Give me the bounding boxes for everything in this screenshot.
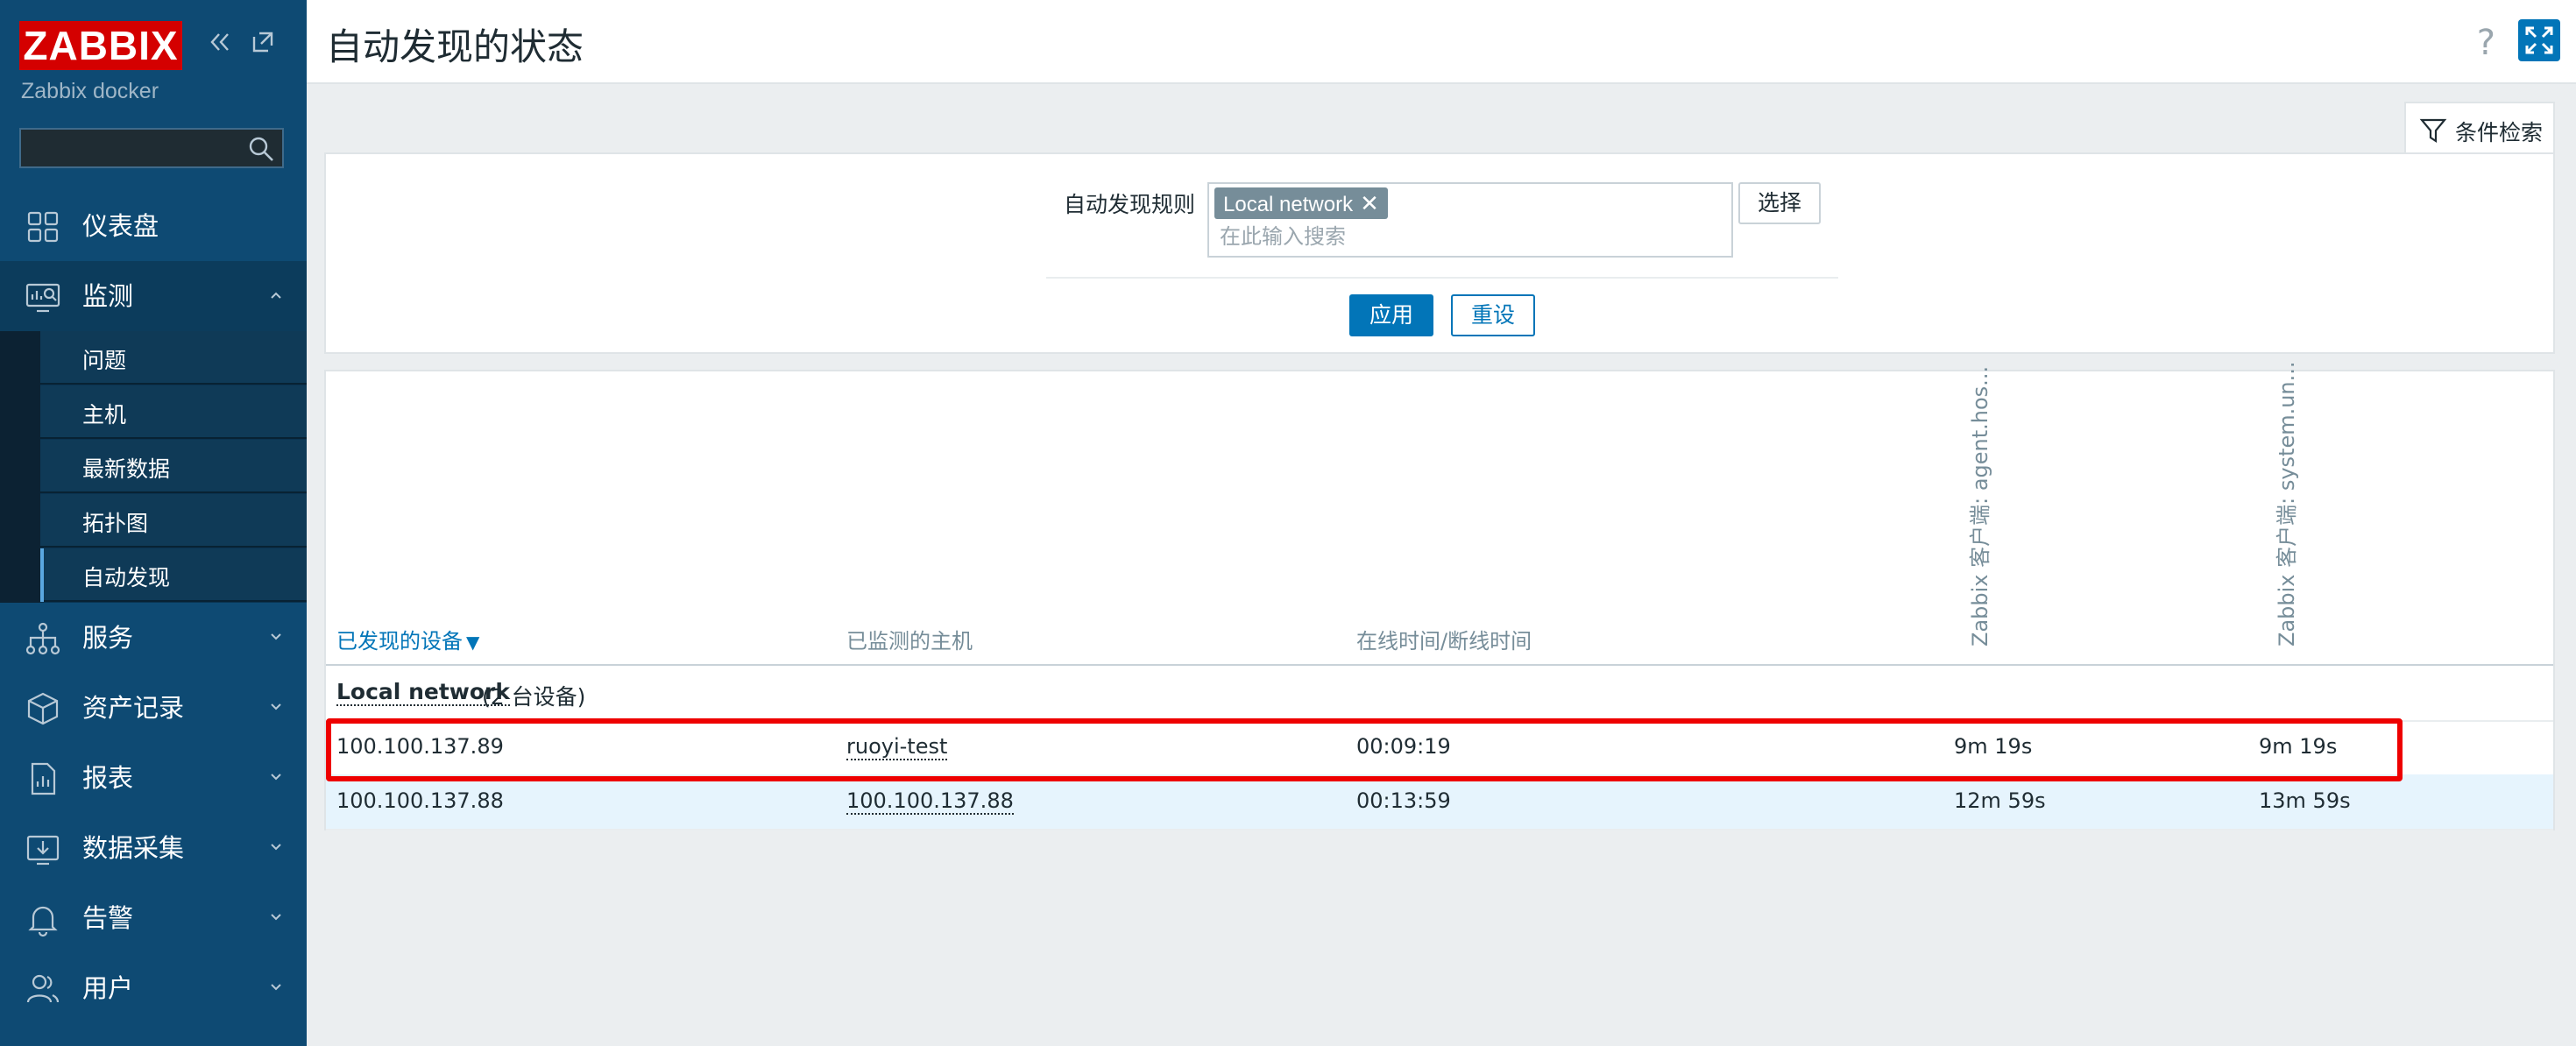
filter-tab-label: 条件检索 (2455, 120, 2544, 145)
dashboard-icon (25, 208, 61, 245)
column-header-uptime-downtime: 在线时间/断线时间 (1356, 629, 1532, 654)
submenu-item-label: 拓扑图 (82, 511, 149, 536)
remove-chip-icon[interactable]: ✕ (1360, 190, 1379, 216)
check-agent-hostname-value: 12m 59s (1954, 788, 2046, 813)
discovery-rule-multiselect[interactable]: Local network ✕ (1207, 182, 1733, 258)
check-system-uname-value: 13m 59s (2259, 788, 2351, 813)
collapse-sidebar-icon[interactable] (203, 26, 235, 58)
sidebar-item-monitoring[interactable]: 监测 (0, 261, 307, 331)
chevron-down-icon (268, 839, 284, 855)
sidebar-item-label: 告警 (82, 903, 134, 933)
monitored-host-link[interactable]: 100.100.137.88 (846, 788, 1014, 815)
services-icon (25, 620, 61, 657)
chevron-down-icon (268, 769, 284, 785)
sidebar-item-inventory[interactable]: 资产记录 (0, 673, 307, 743)
page-header: 自动发现的状态 ? (307, 0, 2576, 84)
inventory-icon (25, 690, 61, 727)
alerts-icon (25, 901, 61, 937)
sidebar-item-users[interactable]: 用户 (0, 953, 307, 1023)
sidebar-item-services[interactable]: 服务 (0, 603, 307, 673)
submenu-item-discovery[interactable]: 自动发现 (40, 548, 307, 602)
selected-rule-chip: Local network ✕ (1214, 187, 1388, 219)
reports-icon (25, 760, 61, 797)
submenu-item-latest-data[interactable]: 最新数据 (40, 440, 307, 493)
device-ip: 100.100.137.88 (336, 788, 504, 813)
sidebar-search (19, 128, 284, 168)
sort-desc-icon: ▼ (466, 632, 480, 653)
sidebar-item-data-collection[interactable]: 数据采集 (0, 813, 307, 883)
discovery-rule-search-input[interactable] (1214, 223, 1716, 252)
chevron-down-icon (268, 909, 284, 925)
monitoring-icon (25, 279, 61, 315)
sidebar-search-input[interactable] (21, 130, 261, 166)
submenu-item-label: 自动发现 (82, 565, 171, 590)
submenu-item-problems[interactable]: 问题 (40, 331, 307, 385)
help-icon[interactable]: ? (2477, 23, 2495, 63)
column-header-monitored-host: 已监测的主机 (846, 629, 973, 654)
zabbix-logo[interactable]: ZABBIX (19, 21, 182, 70)
submenu-item-maps[interactable]: 拓扑图 (40, 494, 307, 548)
submenu-item-label: 主机 (82, 402, 127, 428)
filter-panel: 自动发现规则 Local network ✕ 选择 应用 重设 (324, 152, 2555, 354)
sidebar-item-label: 监测 (82, 281, 134, 311)
sidebar-item-label: 服务 (82, 623, 134, 653)
column-header-check-system-uname: Zabbix 客户端: system.un... (2275, 361, 2299, 647)
submenu-item-label: 问题 (82, 348, 127, 373)
submenu-item-label: 最新数据 (82, 456, 171, 482)
column-header-check-agent-hostname: Zabbix 客户端: agent.hos... (1968, 365, 1992, 647)
monitoring-submenu: 问题 主机 最新数据 拓扑图 自动发现 (0, 331, 307, 603)
column-header-discovered-device[interactable]: 已发现的设备 ▼ (336, 624, 479, 654)
sidebar: ZABBIX Zabbix docker 仪表盘 监测 问题 主机 最新数据 拓… (0, 0, 307, 1046)
table-row: 100.100.137.88 100.100.137.88 00:13:59 1… (326, 774, 2553, 830)
highlight-annotation-box (326, 718, 2403, 781)
discovery-rule-label: 自动发现规则 (1064, 192, 1196, 217)
page-title: 自动发现的状态 (326, 25, 584, 68)
apply-button[interactable]: 应用 (1349, 294, 1433, 336)
kiosk-mode-icon[interactable] (247, 26, 279, 58)
sidebar-item-label: 报表 (82, 763, 134, 793)
sidebar-item-label: 仪表盘 (82, 211, 159, 241)
filter-tab[interactable]: 条件检索 (2404, 102, 2555, 154)
server-name: Zabbix docker (21, 79, 159, 103)
uptime-value: 00:13:59 (1356, 788, 1451, 813)
sidebar-item-dashboard[interactable]: 仪表盘 (0, 191, 307, 261)
chevron-up-icon (268, 287, 284, 303)
data-collection-icon (25, 830, 61, 867)
column-header-label: 已发现的设备 (336, 629, 463, 654)
sidebar-item-label: 用户 (82, 973, 134, 1003)
chevron-down-icon (268, 979, 284, 995)
discovery-rule-group-row: Local network (2 台设备) (326, 666, 2553, 722)
chevron-down-icon (268, 699, 284, 715)
search-icon[interactable] (247, 135, 275, 163)
filter-icon (2419, 118, 2447, 144)
fullscreen-button[interactable] (2518, 19, 2560, 61)
device-count: (2 台设备) (482, 684, 586, 710)
chevron-down-icon (268, 629, 284, 645)
sidebar-item-alerts[interactable]: 告警 (0, 883, 307, 953)
sidebar-item-label: 资产记录 (82, 693, 185, 723)
fullscreen-icon (2525, 26, 2553, 54)
submenu-rail (0, 331, 40, 603)
chip-label: Local network (1223, 193, 1354, 216)
sidebar-item-reports[interactable]: 报表 (0, 743, 307, 813)
select-button[interactable]: 选择 (1738, 182, 1821, 224)
submenu-item-hosts[interactable]: 主机 (40, 385, 307, 439)
sidebar-item-label: 数据采集 (82, 833, 185, 863)
users-icon (25, 971, 61, 1007)
filter-divider (1046, 277, 1838, 279)
reset-button[interactable]: 重设 (1451, 294, 1535, 336)
